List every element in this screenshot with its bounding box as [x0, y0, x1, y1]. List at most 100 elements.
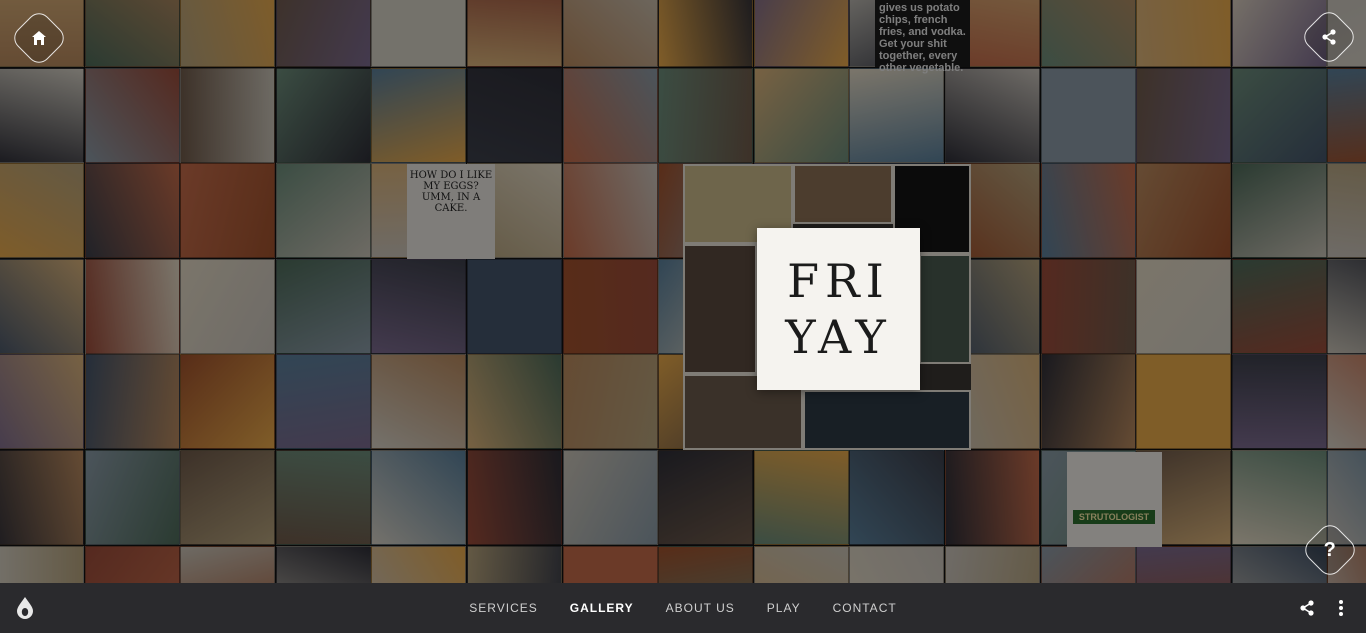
- more-vertical-icon[interactable]: [1334, 598, 1348, 618]
- gallery-tile[interactable]: [658, 546, 753, 583]
- gallery-tile[interactable]: [0, 546, 84, 583]
- gallery-tile[interactable]: [85, 354, 180, 449]
- gallery-tile[interactable]: [371, 354, 466, 449]
- share-icon[interactable]: [1298, 599, 1316, 617]
- collage-photo-plants: [919, 254, 971, 364]
- strutologist-label: STRUTOLOGIST: [1073, 510, 1155, 524]
- gallery-tile[interactable]: [563, 0, 658, 67]
- gallery-tile[interactable]: [276, 68, 371, 163]
- gallery-tile[interactable]: [849, 68, 944, 163]
- nav-item-services[interactable]: SERVICES: [469, 601, 537, 615]
- nav-item-contact[interactable]: CONTACT: [833, 601, 897, 615]
- gallery-tile[interactable]: [754, 0, 849, 67]
- gallery-tile[interactable]: [1136, 0, 1231, 67]
- gallery-tile[interactable]: [371, 450, 466, 545]
- gallery-tile[interactable]: [371, 546, 466, 583]
- gallery-tile[interactable]: [1136, 68, 1231, 163]
- gallery-tile[interactable]: [563, 163, 658, 258]
- gallery-tile[interactable]: [180, 354, 275, 449]
- gallery-tile[interactable]: [1041, 354, 1136, 449]
- friyay-line-2: YAY: [785, 310, 892, 364]
- gallery-tile[interactable]: [371, 259, 466, 354]
- gallery-tile[interactable]: [0, 354, 84, 449]
- gallery-tile[interactable]: [371, 0, 466, 67]
- gallery-tile[interactable]: [1136, 163, 1231, 258]
- gallery-tile[interactable]: [467, 354, 562, 449]
- gallery-tile[interactable]: [754, 546, 849, 583]
- gallery-tile[interactable]: [85, 163, 180, 258]
- gallery-tile[interactable]: [467, 68, 562, 163]
- gallery-tile[interactable]: [849, 450, 944, 545]
- gallery-tile[interactable]: [180, 450, 275, 545]
- gallery-tile[interactable]: [1232, 163, 1327, 258]
- gallery-tile[interactable]: [0, 259, 84, 354]
- gallery-tile[interactable]: [180, 163, 275, 258]
- gallery-tile[interactable]: [1327, 259, 1366, 354]
- gallery-tile[interactable]: [945, 68, 1040, 163]
- friyay-feature-card[interactable]: FRI YAY: [757, 228, 920, 390]
- gallery-tile[interactable]: [85, 546, 180, 583]
- gallery-tile[interactable]: [180, 259, 275, 354]
- gallery-tile[interactable]: [563, 546, 658, 583]
- gallery-tile[interactable]: [1136, 354, 1231, 449]
- nav-item-about-us[interactable]: ABOUT US: [666, 601, 735, 615]
- gallery-tile[interactable]: [467, 546, 562, 583]
- gallery-tile[interactable]: [1136, 546, 1231, 583]
- gallery-tile[interactable]: [1041, 259, 1136, 354]
- nav-item-gallery[interactable]: GALLERY: [570, 601, 634, 615]
- gallery-tile[interactable]: [371, 68, 466, 163]
- home-icon: [32, 31, 46, 45]
- friyay-line-1: FRI: [787, 254, 890, 308]
- gallery-tile[interactable]: [467, 0, 562, 67]
- gallery-tile[interactable]: [276, 163, 371, 258]
- gallery-tile[interactable]: [1232, 450, 1327, 545]
- gallery-tile[interactable]: [1232, 68, 1327, 163]
- gallery-tile[interactable]: [276, 259, 371, 354]
- gallery-tile[interactable]: [467, 259, 562, 354]
- gallery-tile[interactable]: [180, 68, 275, 163]
- gallery-tile[interactable]: [658, 68, 753, 163]
- gallery-tile[interactable]: [0, 68, 84, 163]
- help-icon: ?: [1323, 538, 1337, 561]
- gallery-tile[interactable]: [180, 0, 275, 67]
- gallery-tile[interactable]: [563, 259, 658, 354]
- gallery-tile[interactable]: [1041, 546, 1136, 583]
- gallery-tile[interactable]: [0, 450, 84, 545]
- gallery-tile[interactable]: [1327, 163, 1366, 258]
- gallery-tile[interactable]: [658, 0, 753, 67]
- collage-photo-city-view: [803, 390, 971, 450]
- gallery-tile[interactable]: [563, 68, 658, 163]
- gallery-tile[interactable]: [85, 450, 180, 545]
- gallery-tile[interactable]: [1041, 0, 1136, 67]
- gallery-tile[interactable]: [276, 354, 371, 449]
- gallery-tile[interactable]: [180, 546, 275, 583]
- footer-bar: SERVICES GALLERY ABOUT US PLAY CONTACT: [0, 583, 1366, 633]
- gallery-tile[interactable]: [1041, 68, 1136, 163]
- gallery-tile[interactable]: [0, 163, 84, 258]
- eggs-quote-tile: HOW DO I LIKE MY EGGS? UMM, IN A CAKE.: [407, 164, 495, 259]
- nav-item-play[interactable]: PLAY: [767, 601, 801, 615]
- gallery-tile[interactable]: [945, 546, 1040, 583]
- gallery-tile[interactable]: [754, 68, 849, 163]
- gallery-tile[interactable]: [754, 450, 849, 545]
- gallery-tile[interactable]: [85, 259, 180, 354]
- gallery-tile[interactable]: [1136, 259, 1231, 354]
- gallery-tile[interactable]: [563, 450, 658, 545]
- gallery-tile[interactable]: [849, 546, 944, 583]
- gallery-tile[interactable]: [85, 0, 180, 67]
- gallery-tile[interactable]: [658, 450, 753, 545]
- gallery-tile[interactable]: [563, 354, 658, 449]
- gallery-tile[interactable]: [1232, 259, 1327, 354]
- gallery-tile[interactable]: [85, 68, 180, 163]
- gallery-tile[interactable]: [945, 450, 1040, 545]
- gallery-tile[interactable]: [1327, 354, 1366, 449]
- gallery-tile[interactable]: [276, 0, 371, 67]
- collage-photo-city: [683, 244, 757, 374]
- gallery-tile[interactable]: [467, 450, 562, 545]
- gallery-tile[interactable]: [1327, 68, 1366, 163]
- gallery-tile[interactable]: [276, 450, 371, 545]
- gallery-tile[interactable]: [1041, 163, 1136, 258]
- gallery-tile[interactable]: [1232, 354, 1327, 449]
- gallery-tile[interactable]: [276, 546, 371, 583]
- share-icon: [1322, 29, 1336, 45]
